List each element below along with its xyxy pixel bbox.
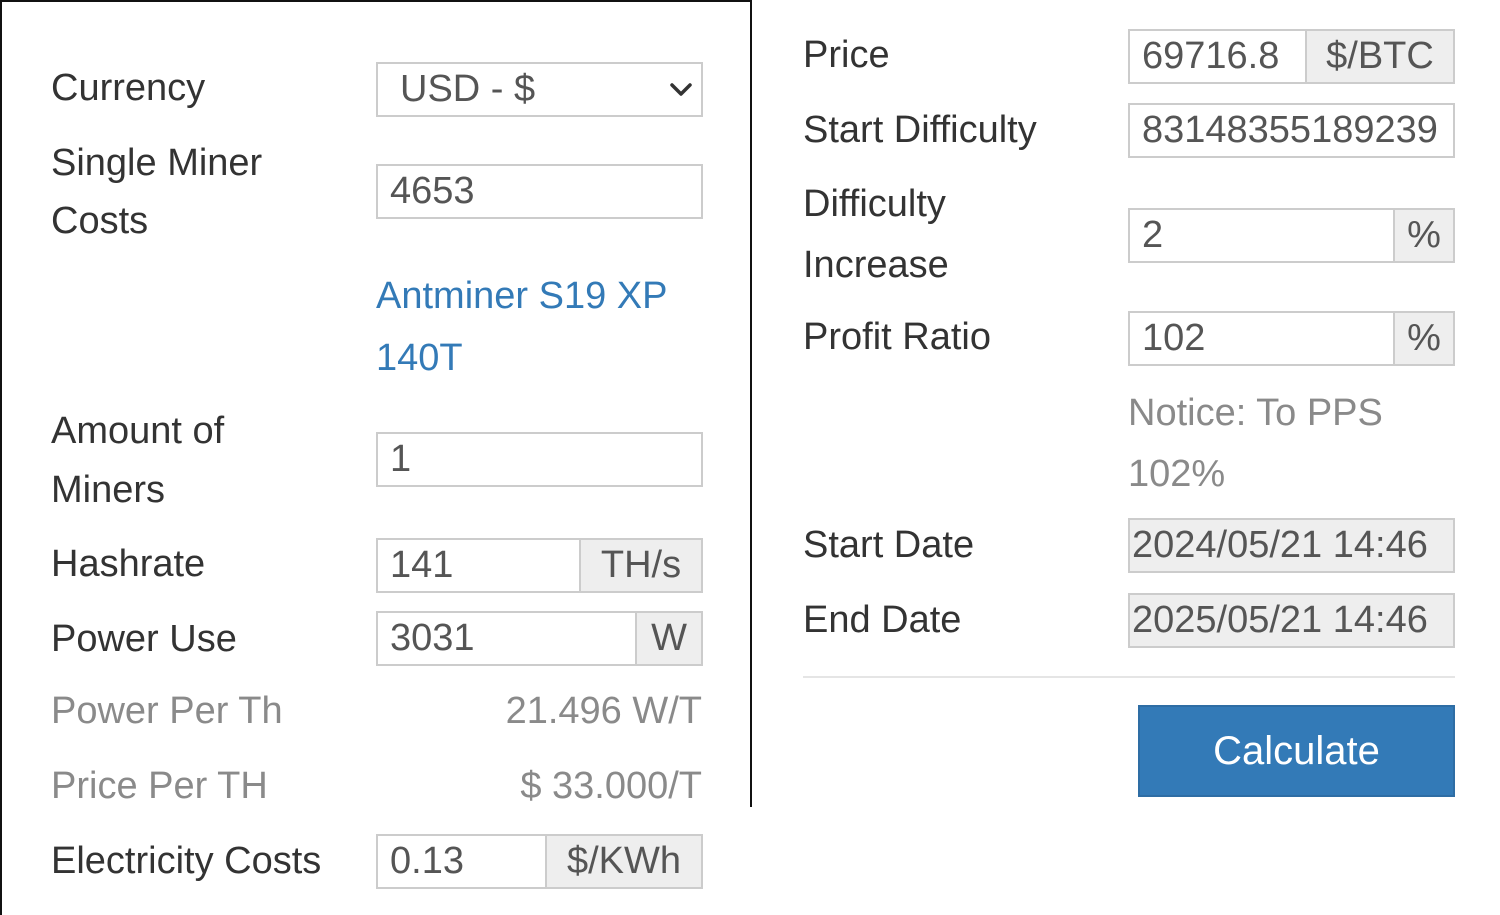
start-date-label: Start Date: [803, 524, 975, 566]
amount-of-miners-value: 1: [390, 438, 412, 480]
pps-notice-line1: Notice: To PPS: [1128, 392, 1383, 434]
electricity-costs-value: 0.13: [390, 840, 464, 882]
difficulty-increase-label-line2: Increase: [803, 244, 949, 286]
start-date-input[interactable]: 2024/05/21 14:46: [1128, 518, 1455, 573]
electricity-costs-unit-addon: $/KWh: [545, 836, 701, 887]
hashrate-input[interactable]: 141 TH/s: [376, 538, 703, 593]
form-divider: [803, 676, 1455, 678]
price-label: Price: [803, 34, 890, 76]
amount-of-miners-label-line2: Miners: [51, 469, 166, 511]
start-difficulty-value: 83148355189239: [1142, 109, 1438, 151]
hashrate-unit-addon: TH/s: [579, 540, 701, 591]
start-date-value: 2024/05/21 14:46: [1132, 524, 1428, 566]
left-panel-border-right: [750, 0, 752, 807]
mining-calculator: Currency USD - $ Single Miner Costs 4653…: [0, 0, 1500, 915]
difficulty-increase-input[interactable]: 2 %: [1128, 208, 1455, 263]
amount-of-miners-label-line1: Amount of: [51, 410, 225, 452]
power-use-input[interactable]: 3031 W: [376, 611, 703, 666]
miner-model-link-line2[interactable]: 140T: [376, 327, 463, 389]
single-miner-costs-input[interactable]: 4653: [376, 164, 703, 219]
start-difficulty-input[interactable]: 83148355189239: [1128, 103, 1455, 158]
power-per-th-value: 21.496 W/T: [505, 690, 702, 732]
profit-ratio-label: Profit Ratio: [803, 316, 991, 358]
end-date-value: 2025/05/21 14:46: [1132, 599, 1428, 641]
end-date-input[interactable]: 2025/05/21 14:46: [1128, 593, 1455, 648]
difficulty-increase-unit-addon: %: [1393, 210, 1453, 261]
price-per-th-value: $ 33.000/T: [520, 765, 702, 807]
amount-of-miners-input[interactable]: 1: [376, 432, 703, 487]
profit-ratio-value: 102: [1142, 317, 1206, 359]
power-per-th-label: Power Per Th: [51, 690, 283, 732]
currency-select[interactable]: USD - $: [376, 62, 703, 117]
electricity-costs-input[interactable]: 0.13 $/KWh: [376, 834, 703, 889]
price-per-th-label: Price Per TH: [51, 765, 268, 807]
difficulty-increase-label-line1: Difficulty: [803, 183, 946, 225]
single-miner-costs-label-line2: Costs: [51, 200, 149, 242]
calculate-button[interactable]: Calculate: [1138, 705, 1455, 797]
pps-notice-line2: 102%: [1128, 453, 1226, 495]
end-date-label: End Date: [803, 599, 962, 641]
left-panel-border-top: [0, 0, 752, 2]
price-value: 69716.8: [1142, 35, 1280, 77]
power-use-label: Power Use: [51, 618, 237, 660]
hashrate-label: Hashrate: [51, 543, 206, 585]
power-use-value: 3031: [390, 617, 475, 659]
profit-ratio-input[interactable]: 102 %: [1128, 311, 1455, 366]
difficulty-increase-value: 2: [1142, 214, 1164, 256]
power-use-unit-addon: W: [635, 613, 701, 664]
currency-label: Currency: [51, 67, 206, 109]
left-panel-border-left: [0, 0, 2, 915]
start-difficulty-label: Start Difficulty: [803, 109, 1037, 151]
profit-ratio-unit-addon: %: [1393, 313, 1453, 364]
single-miner-costs-label-line1: Single Miner: [51, 142, 263, 184]
miner-model-link-line1[interactable]: Antminer S19 XP: [376, 265, 667, 327]
price-unit-addon: $/BTC: [1305, 31, 1453, 82]
price-input[interactable]: 69716.8 $/BTC: [1128, 29, 1455, 84]
single-miner-costs-value: 4653: [390, 170, 475, 212]
chevron-down-icon: [661, 64, 701, 115]
hashrate-value: 141: [390, 544, 454, 586]
currency-select-value: USD - $: [400, 68, 536, 110]
electricity-costs-label: Electricity Costs: [51, 840, 322, 882]
